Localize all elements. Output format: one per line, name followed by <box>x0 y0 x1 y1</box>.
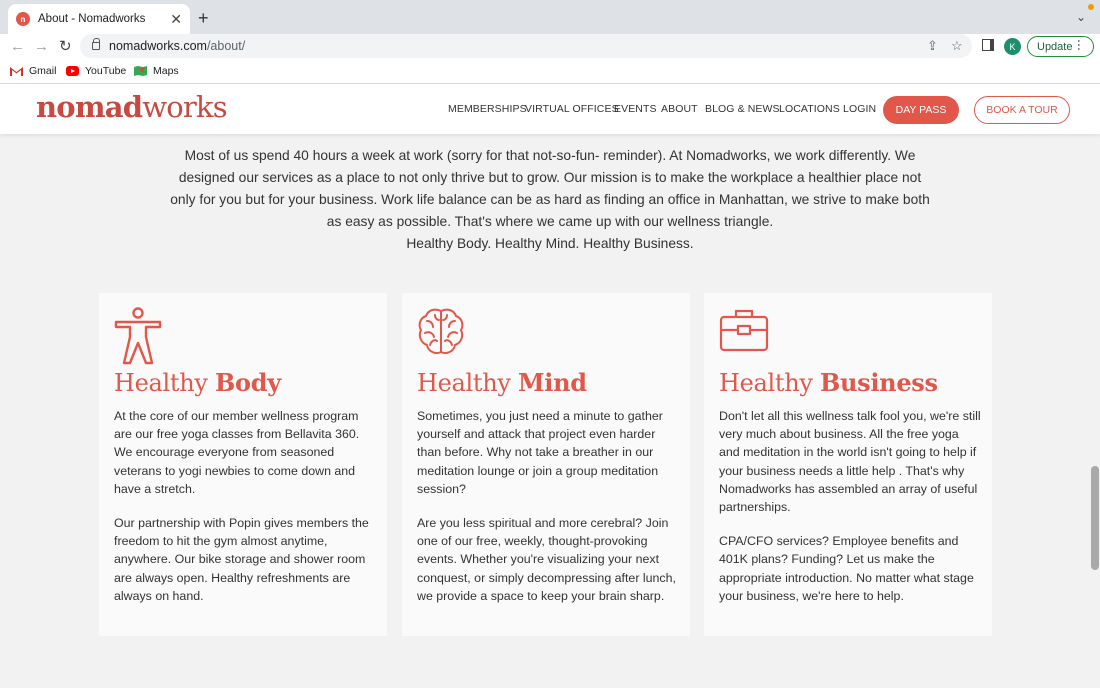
update-label: Update <box>1037 40 1073 53</box>
site-logo[interactable]: nomadworks <box>36 90 228 124</box>
card-paragraph: Our partnership with Popin gives members… <box>114 516 369 603</box>
card-healthy-business: Healthy Business Don't let all this well… <box>704 293 992 636</box>
youtube-icon <box>66 66 79 76</box>
notification-dot <box>1088 4 1094 10</box>
intro-text: Most of us spend 40 hours a week at work… <box>170 145 930 255</box>
url-path: /about/ <box>206 39 246 53</box>
browser-tabstrip: n About - Nomadworks ✕ + ⌄ <box>0 0 1100 34</box>
nav-blog-news[interactable]: BLOG & NEWS <box>705 103 780 115</box>
bookmark-label: YouTube <box>85 65 127 77</box>
title-light: Healthy <box>719 369 821 397</box>
card-paragraph: CPA/CFO services? Employee benefits and … <box>719 534 974 603</box>
tab-title: About - Nomadworks <box>38 13 146 25</box>
card-healthy-mind: Healthy Mind Sometimes, you just need a … <box>402 293 690 636</box>
card-title: Healthy Mind <box>417 368 587 397</box>
gmail-icon <box>10 67 23 76</box>
nav-about[interactable]: ABOUT <box>661 103 698 115</box>
nav-events[interactable]: EVENTS <box>614 103 657 115</box>
nav-virtual-offices[interactable]: VIRTUAL OFFICES <box>525 103 619 115</box>
lock-icon <box>92 38 100 50</box>
card-title: Healthy Body <box>114 368 281 397</box>
brain-icon <box>418 308 464 355</box>
book-tour-button[interactable]: BOOK A TOUR <box>974 96 1070 124</box>
bookmark-youtube[interactable]: YouTube <box>66 65 126 77</box>
title-bold: Business <box>820 368 938 397</box>
chevron-down-icon[interactable]: ⌄ <box>1076 10 1086 24</box>
back-icon[interactable]: ← <box>10 37 25 57</box>
intro-tagline: Healthy Body. Healthy Mind. Healthy Busi… <box>406 236 694 251</box>
site-header: nomadworks MEMBERSHIPS VIRTUAL OFFICES E… <box>0 84 1100 134</box>
day-pass-button[interactable]: DAY PASS <box>883 96 959 124</box>
maps-icon <box>134 66 147 76</box>
share-icon[interactable]: ⇪ <box>927 38 938 54</box>
card-paragraph: Are you less spiritual and more cerebral… <box>417 516 676 603</box>
url-host: nomadworks.com <box>109 39 207 53</box>
card-title: Healthy Business <box>719 368 938 397</box>
bookmark-maps[interactable]: Maps <box>134 65 179 77</box>
briefcase-icon <box>719 309 769 352</box>
title-light: Healthy <box>417 369 519 397</box>
browser-tab[interactable]: n About - Nomadworks ✕ <box>8 4 190 34</box>
logo-light: works <box>142 90 227 124</box>
logo-bold: nomad <box>36 90 143 124</box>
title-light: Healthy <box>114 369 216 397</box>
update-button[interactable]: Update ⋯ <box>1027 36 1094 57</box>
nav-login[interactable]: LOGIN <box>843 103 876 115</box>
browser-toolbar: ← → ↻ nomadworks.com/about/ ⇪ ☆ <box>0 34 1100 60</box>
page-scrollbar[interactable] <box>1091 466 1099 570</box>
forward-icon[interactable]: → <box>34 37 49 57</box>
more-icon[interactable]: ⋯ <box>1072 39 1086 50</box>
new-tab-icon[interactable]: + <box>198 8 209 28</box>
nav-locations[interactable]: LOCATIONS <box>779 103 840 115</box>
profile-avatar[interactable]: K <box>1004 38 1021 55</box>
intro-paragraph: Most of us spend 40 hours a week at work… <box>170 148 930 229</box>
card-paragraph: At the core of our member wellness progr… <box>114 409 360 496</box>
favicon-icon: n <box>16 12 30 26</box>
card-paragraph: Sometimes, you just need a minute to gat… <box>417 409 663 496</box>
card-body: Don't let all this wellness talk fool yo… <box>719 407 981 605</box>
card-healthy-body: Healthy Body At the core of our member w… <box>99 293 387 636</box>
title-bold: Body <box>215 368 281 397</box>
bookmark-gmail[interactable]: Gmail <box>10 65 56 77</box>
bookmark-label: Gmail <box>29 65 57 77</box>
nav-memberships[interactable]: MEMBERSHIPS <box>448 103 527 115</box>
title-bold: Mind <box>518 368 587 397</box>
card-body: At the core of our member wellness progr… <box>114 407 376 605</box>
star-icon[interactable]: ☆ <box>951 38 963 54</box>
person-icon <box>114 307 162 365</box>
side-panel-icon[interactable] <box>982 39 994 51</box>
address-bar[interactable]: nomadworks.com/about/ ⇪ ☆ <box>80 34 972 58</box>
bookmarks-bar: Gmail YouTube Maps <box>0 60 1100 84</box>
card-body: Sometimes, you just need a minute to gat… <box>417 407 679 605</box>
bookmark-label: Maps <box>153 65 179 77</box>
card-paragraph: Don't let all this wellness talk fool yo… <box>719 409 981 515</box>
close-tab-icon[interactable]: ✕ <box>170 12 182 26</box>
reload-icon[interactable]: ↻ <box>59 37 72 57</box>
